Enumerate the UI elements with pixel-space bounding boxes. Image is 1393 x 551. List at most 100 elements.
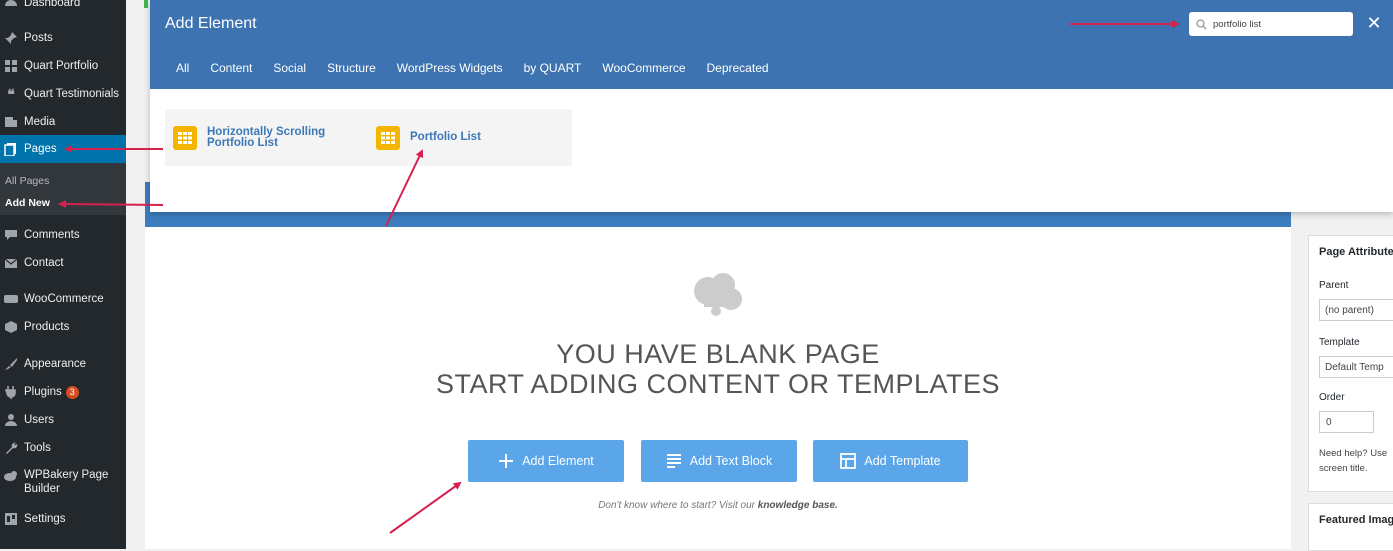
wrench-icon bbox=[4, 441, 18, 455]
sidebar-item-contact[interactable]: Contact bbox=[0, 249, 126, 277]
grid-icon bbox=[4, 59, 18, 73]
template-label: Template bbox=[1319, 337, 1360, 348]
add-element-label: Add Element bbox=[522, 454, 594, 468]
sidebar-item-label: Comments bbox=[24, 229, 80, 241]
tab-all[interactable]: All bbox=[176, 61, 189, 75]
help-prefix: Don't know where to start? Visit our bbox=[598, 500, 758, 511]
sidebar-item-label: Quart Portfolio bbox=[24, 60, 99, 72]
add-element-button[interactable]: Add Element bbox=[468, 440, 624, 482]
element-search-box[interactable] bbox=[1189, 12, 1353, 36]
plus-icon bbox=[498, 453, 514, 469]
tab-by-quart[interactable]: by QUART bbox=[524, 61, 582, 75]
sidebar-item-settings[interactable]: Settings bbox=[0, 505, 126, 533]
sidebar-item-plugins[interactable]: Plugins 3 bbox=[0, 378, 126, 406]
submenu-add-new[interactable]: Add New bbox=[5, 197, 50, 209]
sidebar-item-label: Appearance bbox=[24, 358, 87, 370]
sidebar-item-label: Dashboard bbox=[24, 0, 81, 9]
sidebar-item-comments[interactable]: Comments bbox=[0, 221, 126, 249]
plugins-update-badge: 3 bbox=[65, 385, 79, 399]
tab-woocommerce[interactable]: WooCommerce bbox=[602, 61, 685, 75]
help-line1: Need help? Use bbox=[1319, 448, 1388, 459]
comment-icon bbox=[4, 228, 18, 242]
parent-select[interactable]: (no parent) bbox=[1319, 299, 1393, 321]
element-name: Portfolio List bbox=[410, 131, 481, 143]
tab-content[interactable]: Content bbox=[210, 61, 252, 75]
tab-social[interactable]: Social bbox=[273, 61, 306, 75]
template-select[interactable]: Default Temp bbox=[1319, 356, 1393, 378]
help-line2: screen title. bbox=[1319, 463, 1368, 474]
order-label: Order bbox=[1319, 392, 1345, 403]
mail-icon bbox=[4, 256, 18, 270]
tab-deprecated[interactable]: Deprecated bbox=[707, 61, 769, 75]
sidebar-item-appearance[interactable]: Appearance bbox=[0, 350, 126, 378]
dashboard-icon bbox=[4, 0, 18, 10]
sidebar-item-dashboard[interactable]: Dashboard bbox=[0, 0, 126, 17]
woo-icon bbox=[4, 292, 18, 306]
knowledge-base-link[interactable]: knowledge base. bbox=[758, 500, 838, 511]
admin-sidebar: Dashboard Posts Quart Portfolio ❝ Quart … bbox=[0, 0, 126, 549]
sidebar-item-media[interactable]: Media bbox=[0, 108, 126, 136]
blank-page-title-line1: YOU HAVE BLANK PAGE bbox=[556, 339, 880, 369]
page-attributes-title: Page Attribute bbox=[1319, 246, 1393, 258]
blank-page-title-line2: START ADDING CONTENT OR TEMPLATES bbox=[435, 369, 1001, 399]
sidebar-item-label: Media bbox=[24, 116, 56, 128]
help-text: Don't know where to start? Visit our kno… bbox=[145, 500, 1291, 511]
sidebar-item-tools[interactable]: Tools bbox=[0, 434, 126, 462]
tab-wordpress-widgets[interactable]: WordPress Widgets bbox=[397, 61, 503, 75]
sidebar-item-label: Settings bbox=[24, 513, 66, 525]
add-text-block-label: Add Text Block bbox=[689, 454, 773, 468]
sidebar-item-users[interactable]: Users bbox=[0, 406, 126, 434]
sidebar-item-posts[interactable]: Posts bbox=[0, 24, 126, 52]
sidebar-item-pages[interactable]: Pages bbox=[0, 135, 126, 163]
close-icon[interactable]: ✕ bbox=[1365, 13, 1383, 33]
sidebar-item-label: WooCommerce bbox=[24, 293, 104, 305]
tab-structure[interactable]: Structure bbox=[327, 61, 376, 75]
user-icon bbox=[4, 413, 18, 427]
media-icon bbox=[4, 115, 18, 129]
status-strip bbox=[144, 0, 148, 8]
sidebar-item-quart-testimonials[interactable]: ❝ Quart Testimonials bbox=[0, 80, 126, 108]
order-input[interactable]: 0 bbox=[1319, 411, 1374, 433]
sidebar-item-products[interactable]: Products bbox=[0, 313, 126, 341]
pin-icon bbox=[4, 31, 18, 45]
sidebar-item-label: Pages bbox=[24, 143, 57, 155]
quote-icon: ❝ bbox=[7, 85, 15, 102]
sidebar-item-label: Plugins bbox=[24, 386, 62, 398]
featured-image-title: Featured Imag bbox=[1319, 514, 1393, 526]
sidebar-item-label: WPBakery Page Builder bbox=[24, 469, 109, 495]
text-lines-icon bbox=[666, 453, 682, 469]
blank-page-icon bbox=[694, 273, 742, 316]
sidebar-item-label: Tools bbox=[24, 442, 51, 454]
wpbakery-icon bbox=[4, 469, 18, 483]
sidebar-item-label: Posts bbox=[24, 32, 53, 44]
add-template-label: Add Template bbox=[864, 454, 941, 468]
add-template-button[interactable]: Add Template bbox=[813, 440, 968, 482]
plug-icon bbox=[4, 385, 18, 399]
box-icon bbox=[4, 320, 18, 334]
builder-canvas: YOU HAVE BLANK PAGE START ADDING CONTENT… bbox=[145, 227, 1291, 549]
parent-label: Parent bbox=[1319, 280, 1349, 291]
element-portfolio-list[interactable]: Portfolio List bbox=[368, 109, 572, 166]
portfolio-grid-icon bbox=[173, 125, 197, 150]
portfolio-grid-icon bbox=[376, 125, 400, 150]
featured-image-box bbox=[1308, 503, 1393, 551]
template-icon bbox=[840, 453, 857, 469]
search-icon bbox=[1196, 18, 1207, 30]
add-text-block-button[interactable]: Add Text Block bbox=[641, 440, 797, 482]
element-horizontally-scrolling-portfolio-list[interactable]: Horizontally Scrolling Portfolio List bbox=[165, 109, 368, 166]
sidebar-item-label: Products bbox=[24, 321, 70, 333]
add-element-modal: Add Element ✕ All Content Social Structu… bbox=[150, 0, 1393, 212]
modal-header: Add Element ✕ All Content Social Structu… bbox=[150, 0, 1393, 89]
pages-icon bbox=[4, 142, 18, 156]
element-search-input[interactable] bbox=[1213, 18, 1343, 30]
sidebar-item-quart-portfolio[interactable]: Quart Portfolio bbox=[0, 52, 126, 80]
element-name: Horizontally Scrolling Portfolio List bbox=[207, 125, 326, 149]
sidebar-item-wpbakery[interactable]: WPBakery Page Builder bbox=[0, 468, 126, 498]
settings-icon bbox=[4, 512, 18, 526]
sidebar-item-woocommerce[interactable]: WooCommerce bbox=[0, 285, 126, 313]
sidebar-item-label: Quart Testimonials bbox=[24, 88, 120, 100]
submenu-all-pages[interactable]: All Pages bbox=[5, 175, 49, 187]
sidebar-item-label: Users bbox=[24, 414, 55, 426]
brush-icon bbox=[4, 357, 18, 371]
sidebar-item-label: Contact bbox=[24, 257, 64, 269]
